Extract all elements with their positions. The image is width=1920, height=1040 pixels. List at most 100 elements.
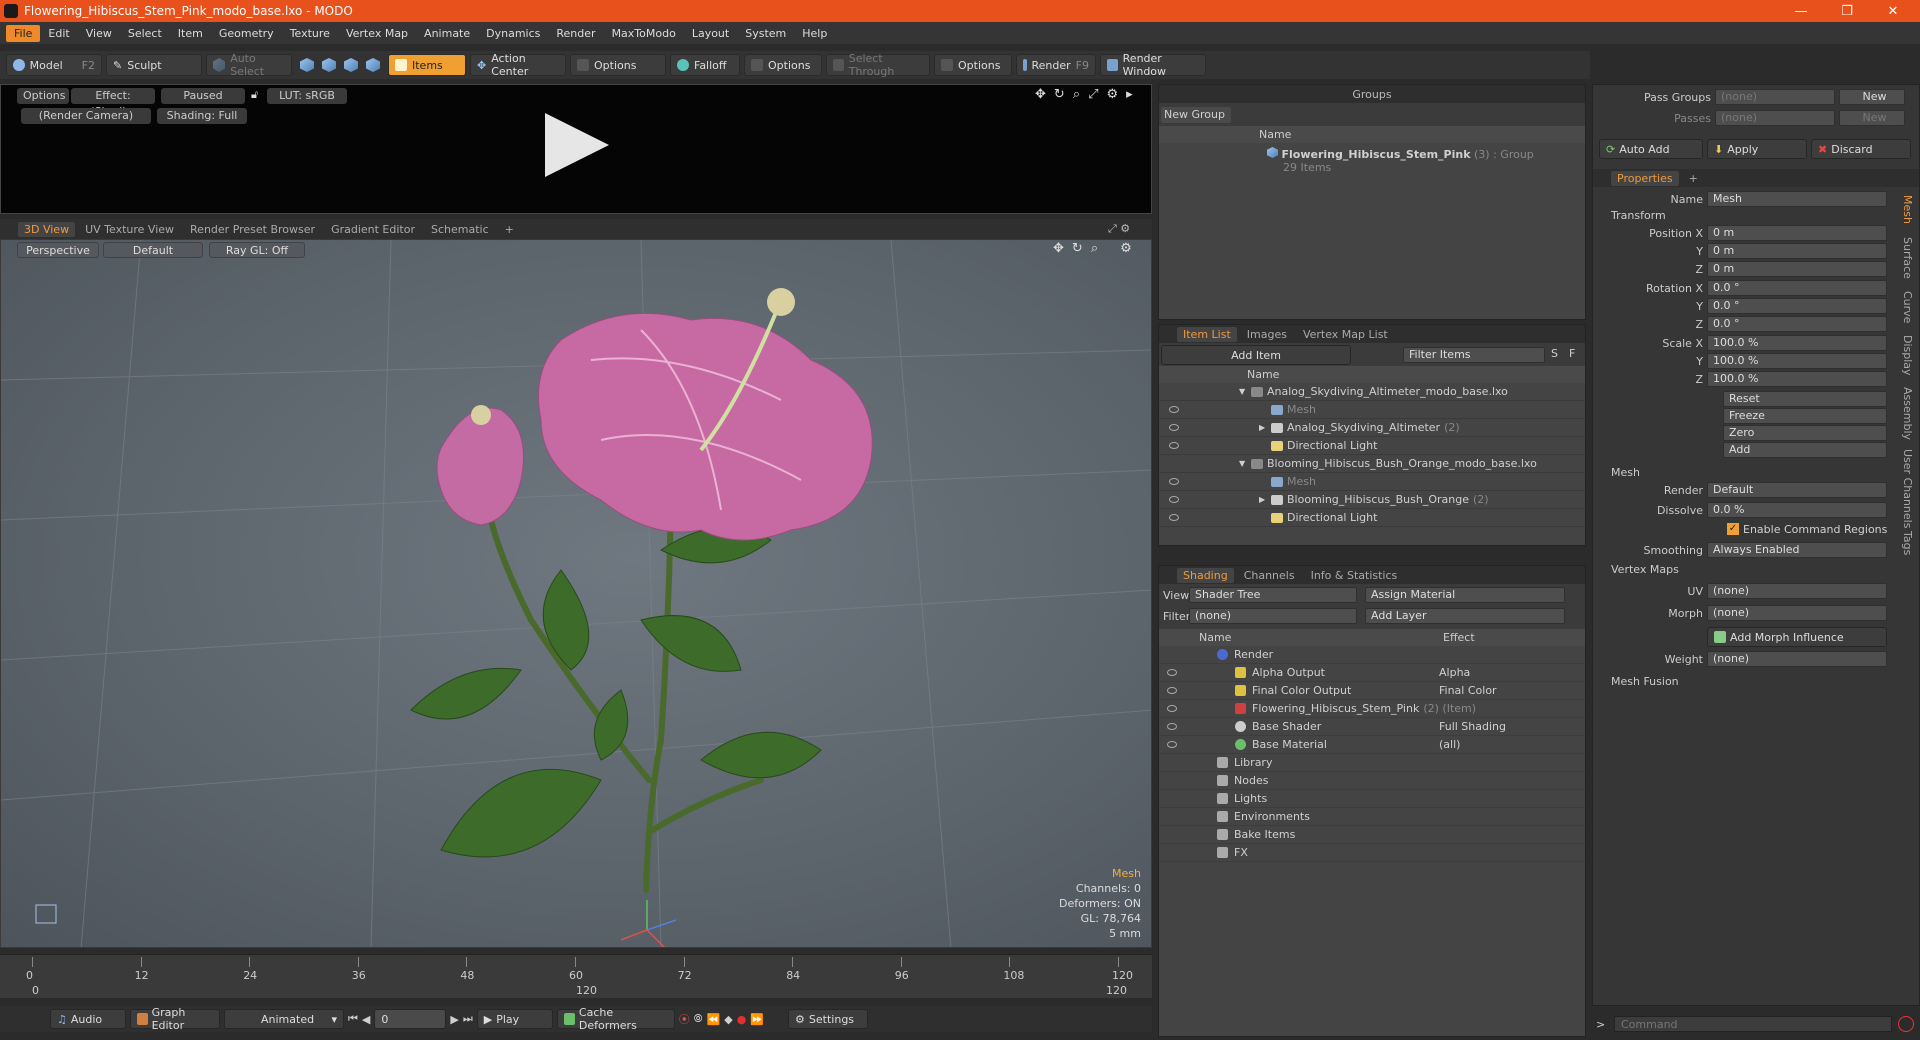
rotate-icon[interactable]: ↻ xyxy=(1054,87,1065,102)
tab-vertex-map-list[interactable]: Vertex Map List xyxy=(1297,327,1394,342)
new-pass-group-button[interactable]: New xyxy=(1839,89,1905,105)
shader-tree-row[interactable]: Final Color Output Final Color xyxy=(1159,682,1585,700)
shader-tree-row[interactable]: Alpha Output Alpha xyxy=(1159,664,1585,682)
action-center-options-button[interactable]: Options xyxy=(570,54,666,76)
visibility-eye-icon[interactable] xyxy=(1167,741,1177,748)
view-dropdown[interactable]: Shader Tree xyxy=(1189,587,1357,603)
rotation-x-input[interactable]: 0.0 ° xyxy=(1707,280,1887,296)
position-y-input[interactable]: 0 m xyxy=(1707,243,1887,259)
visibility-eye-icon[interactable] xyxy=(1167,687,1177,694)
menu-help[interactable]: Help xyxy=(794,25,835,42)
sculpt-button[interactable]: ✎ Sculpt xyxy=(106,54,202,76)
visibility-eye-icon[interactable] xyxy=(1169,496,1179,503)
zoom-icon[interactable]: ⌕ xyxy=(1091,241,1098,256)
s-button[interactable]: S xyxy=(1551,347,1558,360)
frame-input[interactable]: 0 xyxy=(374,1009,447,1029)
smoothing-dropdown[interactable]: Always Enabled xyxy=(1707,542,1887,558)
shader-effect-value[interactable]: Full Shading xyxy=(1439,720,1506,733)
timeline[interactable]: 0 12 24 36 48 60 72 84 96 108 120 0 120 120 xyxy=(0,954,1152,998)
side-tab-tags[interactable]: Tags xyxy=(1901,531,1914,555)
audio-button[interactable]: ♫ Audio xyxy=(50,1009,126,1029)
apply-button[interactable]: ⬇ Apply xyxy=(1707,139,1807,159)
next-key-icon[interactable]: ▶ xyxy=(450,1013,458,1026)
expand-toggle-icon[interactable]: ▶ xyxy=(1259,495,1271,504)
model-button[interactable]: Model F2 xyxy=(6,54,102,76)
key-prev-icon[interactable]: ⏪ xyxy=(707,1013,721,1026)
shader-tree-row[interactable]: Bake Items xyxy=(1159,826,1585,844)
play-button[interactable]: ▶ Play xyxy=(476,1009,553,1029)
shader-tree-row[interactable]: FX xyxy=(1159,844,1585,862)
materials-mode-icon[interactable] xyxy=(366,58,380,72)
tab-schematic[interactable]: Schematic xyxy=(425,222,495,237)
render-dropdown[interactable]: Default xyxy=(1707,482,1887,498)
visibility-eye-icon[interactable] xyxy=(1167,669,1177,676)
name-input[interactable]: Mesh xyxy=(1707,191,1887,207)
visibility-eye-icon[interactable] xyxy=(1167,723,1177,730)
scale-x-input[interactable]: 100.0 % xyxy=(1707,335,1887,351)
tab-channels[interactable]: Channels xyxy=(1238,568,1301,583)
menu-layout[interactable]: Layout xyxy=(684,25,737,42)
render-button[interactable]: Render F9 xyxy=(1016,54,1096,76)
uv-dropdown[interactable]: (none) xyxy=(1707,583,1887,599)
prev-key-icon[interactable]: ◀ xyxy=(362,1013,370,1026)
orbit-icon[interactable]: ↻ xyxy=(1072,241,1083,256)
expand-arrow-icon[interactable]: ▸ xyxy=(1126,87,1133,102)
enable-command-regions-checkbox[interactable]: ✓ xyxy=(1727,523,1739,535)
add-dropdown[interactable]: Add xyxy=(1723,442,1887,458)
zoom-icon[interactable]: ⌕ xyxy=(1073,87,1080,102)
settings-button[interactable]: ⚙ Settings xyxy=(788,1009,869,1029)
tab-3d-view[interactable]: 3D View xyxy=(18,221,76,237)
filter-items-input[interactable]: Filter Items xyxy=(1403,347,1545,363)
select-through-button[interactable]: Select Through xyxy=(826,52,930,78)
discard-button[interactable]: ✖ Discard xyxy=(1811,139,1911,159)
edges-mode-icon[interactable] xyxy=(322,58,336,72)
shader-effect-value[interactable]: Final Color xyxy=(1439,684,1497,697)
morph-dropdown[interactable]: (none) xyxy=(1707,605,1887,621)
vertex-maps-section[interactable]: Vertex Maps xyxy=(1611,563,1679,576)
transform-section[interactable]: Transform xyxy=(1611,209,1666,222)
tab-gradient-editor[interactable]: Gradient Editor xyxy=(325,222,421,237)
item-list-row[interactable]: ▶ Analog_Skydiving_Altimeter (2) xyxy=(1159,419,1585,437)
reset-dropdown[interactable]: Reset xyxy=(1723,391,1887,407)
key-icon[interactable]: ◆ xyxy=(724,1013,732,1026)
new-pass-button[interactable]: New xyxy=(1839,110,1905,126)
play-render-icon[interactable] xyxy=(545,113,609,177)
filter-dropdown[interactable]: (none) xyxy=(1189,608,1357,624)
gear-icon[interactable]: ⚙ xyxy=(1107,87,1119,102)
go-to-start-icon[interactable]: ⏮ xyxy=(348,1012,358,1026)
menu-system[interactable]: System xyxy=(737,25,794,42)
fit-icon[interactable]: ⤢ xyxy=(1088,87,1098,102)
expand-toggle-icon[interactable]: ▼ xyxy=(1239,387,1251,396)
maximize-view-icon[interactable]: ⤢ ⚙ xyxy=(1108,222,1130,236)
items-mode-button[interactable]: Items xyxy=(388,54,466,76)
cache-deformers-button[interactable]: Cache Deformers xyxy=(556,1006,675,1032)
shader-tree-row[interactable]: Nodes xyxy=(1159,772,1585,790)
zero-dropdown[interactable]: Zero xyxy=(1723,425,1887,441)
tab-info-statistics[interactable]: Info & Statistics xyxy=(1305,568,1404,583)
menu-dynamics[interactable]: Dynamics xyxy=(478,25,548,42)
shading-dropdown[interactable]: Shading: Full xyxy=(157,108,247,124)
freeze-dropdown[interactable]: Freeze xyxy=(1723,408,1887,424)
move-icon[interactable]: ✥ xyxy=(1035,87,1046,102)
visibility-eye-icon[interactable] xyxy=(1169,442,1179,449)
record-icon[interactable]: ● xyxy=(737,1013,747,1026)
command-input[interactable] xyxy=(1614,1016,1892,1032)
item-list-row[interactable]: ▼ Analog_Skydiving_Altimeter_modo_base.lx… xyxy=(1159,383,1585,401)
item-list-row[interactable]: Directional Light xyxy=(1159,437,1585,455)
item-list-row[interactable]: ▼ Blooming_Hibiscus_Bush_Orange_modo_base… xyxy=(1159,455,1585,473)
side-tab-curve[interactable]: Curve xyxy=(1901,291,1914,323)
mesh-fusion-section[interactable]: Mesh Fusion xyxy=(1611,675,1679,688)
pan-icon[interactable]: ✥ xyxy=(1053,241,1064,256)
key-next-icon[interactable]: ⏩ xyxy=(750,1013,764,1026)
position-x-input[interactable]: 0 m xyxy=(1707,225,1887,241)
side-tab-display[interactable]: Display xyxy=(1901,335,1914,376)
action-center-button[interactable]: ✥ Action Center xyxy=(470,52,566,78)
expand-toggle-icon[interactable]: ▼ xyxy=(1239,459,1251,468)
render-options-button[interactable]: Options xyxy=(17,88,69,104)
graph-editor-button[interactable]: Graph Editor xyxy=(130,1006,220,1032)
add-item-button[interactable]: Add Item xyxy=(1161,345,1351,365)
side-tab-mesh[interactable]: Mesh xyxy=(1901,195,1914,224)
f-button[interactable]: F xyxy=(1569,347,1575,360)
item-list-row[interactable]: Mesh xyxy=(1159,473,1585,491)
weight-dropdown[interactable]: (none) xyxy=(1707,651,1887,667)
